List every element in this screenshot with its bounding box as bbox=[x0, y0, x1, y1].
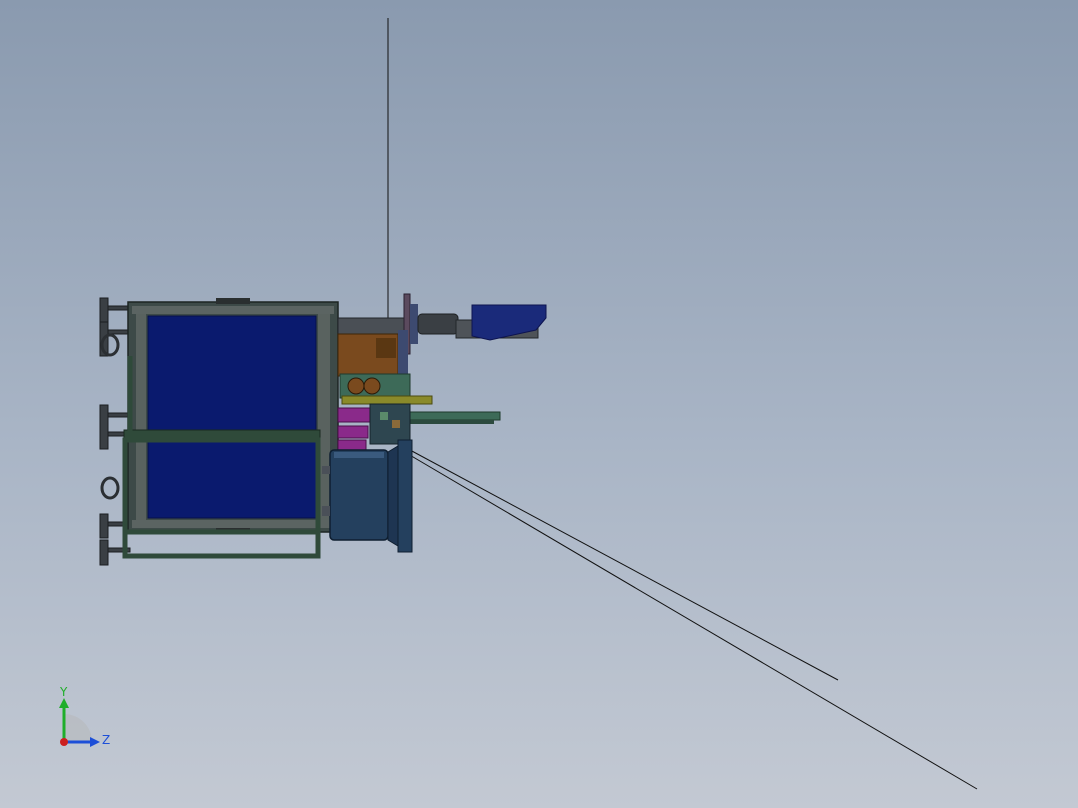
z-axis-label: Z bbox=[102, 733, 110, 747]
magenta-actuator-1 bbox=[337, 407, 371, 423]
foot-4 bbox=[100, 476, 120, 500]
foot-6 bbox=[99, 539, 109, 566]
model-view[interactable] bbox=[0, 0, 1078, 808]
y-axis-label: Y bbox=[59, 685, 68, 699]
foot-1 bbox=[99, 297, 109, 323]
reference-lines bbox=[387, 18, 978, 790]
cad-viewport[interactable]: Y Z bbox=[0, 0, 1078, 808]
magenta-actuator-2 bbox=[337, 425, 369, 439]
magenta-actuator-3 bbox=[337, 439, 367, 451]
diagonal-reference-line-upper bbox=[409, 449, 839, 681]
bearing-left bbox=[347, 377, 365, 395]
mechanism bbox=[337, 330, 501, 451]
cabinet-panel-lower bbox=[147, 439, 317, 519]
motor-flange bbox=[387, 445, 399, 547]
main-shaft bbox=[337, 317, 407, 335]
diagonal-reference-line-lower bbox=[407, 453, 978, 790]
foot-3 bbox=[99, 404, 109, 450]
foot-5 bbox=[99, 513, 109, 539]
bearing-right bbox=[363, 377, 381, 395]
cabinet bbox=[123, 298, 339, 534]
motor-end-cap bbox=[397, 439, 413, 553]
cabinet-panel-upper bbox=[147, 315, 317, 431]
motor-body bbox=[329, 449, 389, 541]
slide-rail bbox=[409, 411, 501, 421]
spindle-housing bbox=[417, 313, 459, 335]
motor bbox=[322, 439, 413, 553]
coordinate-triad-icon: Y Z bbox=[59, 685, 110, 747]
x-axis-dot bbox=[60, 738, 68, 746]
